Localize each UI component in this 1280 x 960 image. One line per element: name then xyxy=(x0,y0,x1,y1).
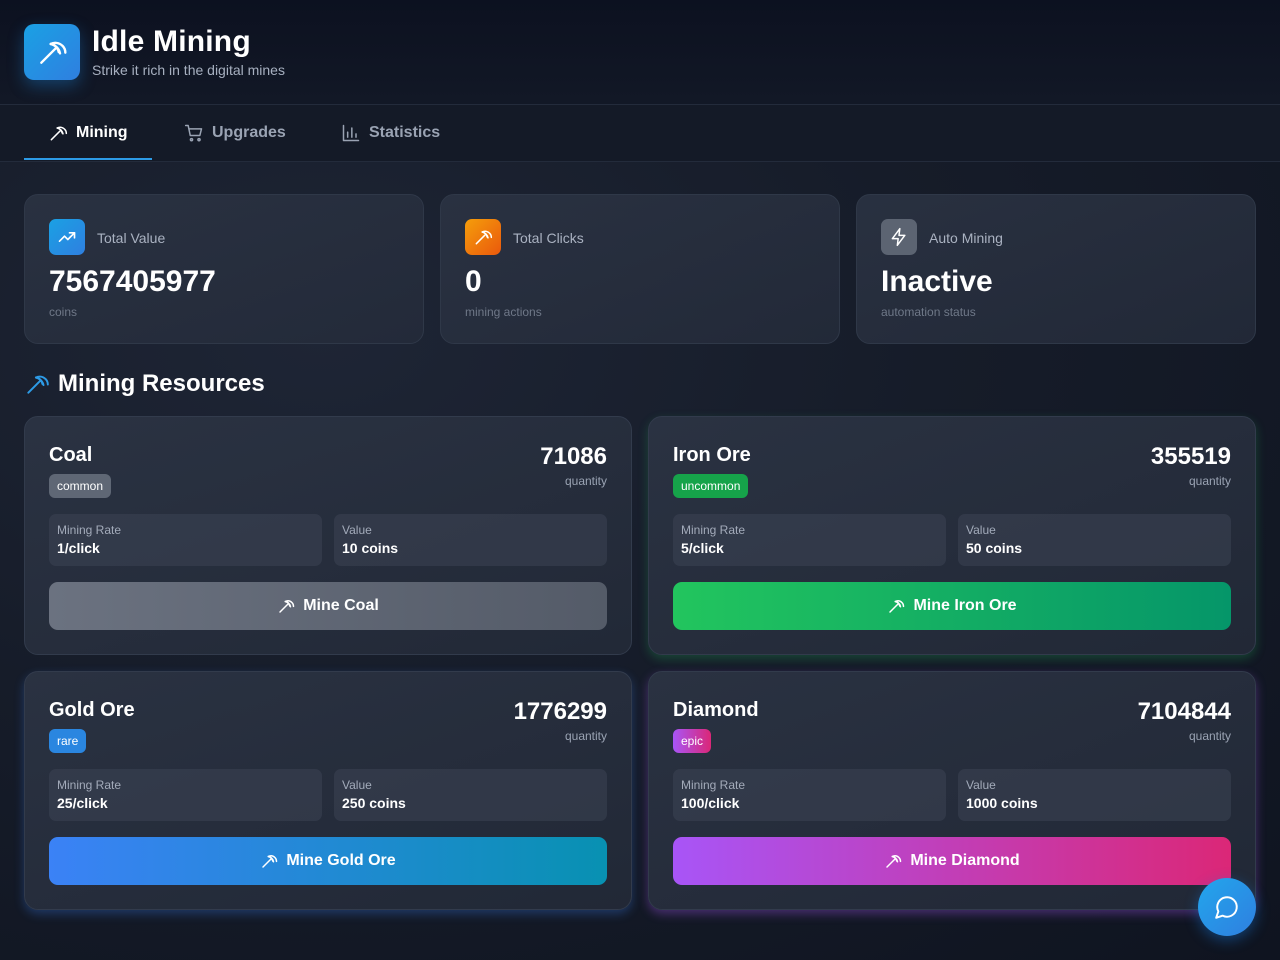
lightning-icon xyxy=(891,227,906,247)
value-box: Value 10 coins xyxy=(334,514,607,566)
resource-card-diamond: Diamond epic 7104844 quantity Mining Rat… xyxy=(648,671,1256,910)
mine-gold-ore-button[interactable]: Mine Gold Ore xyxy=(49,837,607,885)
mine-iron-ore-button[interactable]: Mine Iron Ore xyxy=(673,582,1231,630)
mining-rate-box: Mining Rate 100/click xyxy=(673,769,946,821)
pickaxe-icon xyxy=(886,855,902,868)
stat-card-total-value: Total Value 7567405977 coins xyxy=(24,194,424,344)
pickaxe-icon xyxy=(27,375,49,394)
mining-rate-box: Mining Rate 25/click xyxy=(49,769,322,821)
resource-name: Iron Ore xyxy=(673,444,751,466)
button-label: Mine Iron Ore xyxy=(913,597,1017,614)
stat-card-auto-mining: Auto Mining Inactive automation status xyxy=(856,194,1256,344)
mining-rate-box: Mining Rate 1/click xyxy=(49,514,322,566)
mining-rate-value: 25/click xyxy=(57,795,108,811)
tab-statistics[interactable]: Statistics xyxy=(341,105,440,161)
mine-coal-button[interactable]: Mine Coal xyxy=(49,582,607,630)
chat-bubble-icon xyxy=(1215,896,1238,919)
pickaxe-icon xyxy=(889,600,905,613)
button-label: Mine Gold Ore xyxy=(286,852,396,869)
value-label: Value xyxy=(342,778,372,792)
resource-quantity: 355519 xyxy=(1150,443,1231,470)
value-label: Value xyxy=(342,523,372,537)
value-amount: 10 coins xyxy=(342,540,399,556)
resource-name: Diamond xyxy=(673,699,759,721)
pickaxe-icon xyxy=(50,126,68,141)
pickaxe-icon xyxy=(279,600,295,613)
rarity-badge: common xyxy=(49,474,112,498)
resource-name: Coal xyxy=(49,444,93,466)
stat-icon-wrap xyxy=(49,219,85,255)
pickaxe-icon xyxy=(475,230,493,245)
quantity-label: quantity xyxy=(564,729,607,743)
mining-rate-label: Mining Rate xyxy=(681,778,746,792)
value-box: Value 250 coins xyxy=(334,769,607,821)
rarity-badge: epic xyxy=(673,729,712,753)
mining-rate-value: 5/click xyxy=(681,540,724,556)
tab-upgrades[interactable]: Upgrades xyxy=(184,105,286,161)
tab-label: Mining xyxy=(76,124,128,141)
quantity-label: quantity xyxy=(1188,474,1231,488)
active-tab-indicator xyxy=(24,158,152,160)
button-label: Mine Diamond xyxy=(910,852,1020,869)
stat-icon-wrap xyxy=(881,219,917,255)
mining-rate-label: Mining Rate xyxy=(681,523,746,537)
app-subtitle: Strike it rich in the digital mines xyxy=(92,62,285,78)
bar-chart-icon xyxy=(342,124,360,142)
button-label: Mine Coal xyxy=(303,597,379,614)
stat-value: 7567405977 xyxy=(49,265,216,298)
mining-rate-label: Mining Rate xyxy=(57,523,122,537)
value-amount: 1000 coins xyxy=(966,795,1038,811)
stat-icon-wrap xyxy=(465,219,501,255)
resource-card-coal: Coal common 71086 quantity Mining Rate 1… xyxy=(24,416,632,655)
chat-button[interactable] xyxy=(1198,878,1256,936)
stat-label: Auto Mining xyxy=(929,230,1003,246)
app-header: Idle Mining Strike it rich in the digita… xyxy=(0,0,1280,105)
stat-card-total-clicks: Total Clicks 0 mining actions xyxy=(440,194,840,344)
value-label: Value xyxy=(966,523,996,537)
tab-label: Statistics xyxy=(369,124,441,141)
pickaxe-icon xyxy=(40,41,67,64)
quantity-label: quantity xyxy=(1188,729,1231,743)
mine-diamond-button[interactable]: Mine Diamond xyxy=(673,837,1231,885)
mining-rate-value: 100/click xyxy=(681,795,740,811)
stat-sub: automation status xyxy=(881,305,976,319)
rarity-badge: uncommon xyxy=(673,474,749,498)
stat-label: Total Value xyxy=(97,230,166,246)
value-amount: 250 coins xyxy=(342,795,406,811)
stat-sub: coins xyxy=(49,305,78,319)
resource-quantity: 1776299 xyxy=(513,698,607,725)
pickaxe-icon xyxy=(262,855,278,868)
mining-rate-value: 1/click xyxy=(57,540,100,556)
value-box: Value 50 coins xyxy=(958,514,1231,566)
cart-icon xyxy=(184,124,203,142)
value-amount: 50 coins xyxy=(966,540,1023,556)
stat-value: Inactive xyxy=(881,265,993,298)
resource-name: Gold Ore xyxy=(49,699,135,721)
tab-label: Upgrades xyxy=(212,124,286,141)
value-label: Value xyxy=(966,778,996,792)
trending-up-icon xyxy=(58,232,76,242)
resource-quantity: 7104844 xyxy=(1137,698,1231,725)
mining-rate-box: Mining Rate 5/click xyxy=(673,514,946,566)
app-logo xyxy=(24,24,80,80)
stat-value: 0 xyxy=(465,265,482,298)
tab-bar: Mining Upgrades Statistics xyxy=(0,105,1280,162)
mining-rate-label: Mining Rate xyxy=(57,778,122,792)
resource-card-iron-ore: Iron Ore uncommon 355519 quantity Mining… xyxy=(648,416,1256,655)
stat-sub: mining actions xyxy=(465,305,542,319)
section-title: Mining Resources xyxy=(58,370,265,397)
resource-card-gold-ore: Gold Ore rare 1776299 quantity Mining Ra… xyxy=(24,671,632,910)
quantity-label: quantity xyxy=(564,474,607,488)
resource-quantity: 71086 xyxy=(540,443,607,470)
app-title: Idle Mining xyxy=(92,25,251,58)
value-box: Value 1000 coins xyxy=(958,769,1231,821)
section-header: Mining Resources xyxy=(24,370,265,398)
rarity-badge: rare xyxy=(49,729,87,753)
stat-label: Total Clicks xyxy=(513,230,584,246)
tab-mining[interactable]: Mining xyxy=(48,105,128,161)
